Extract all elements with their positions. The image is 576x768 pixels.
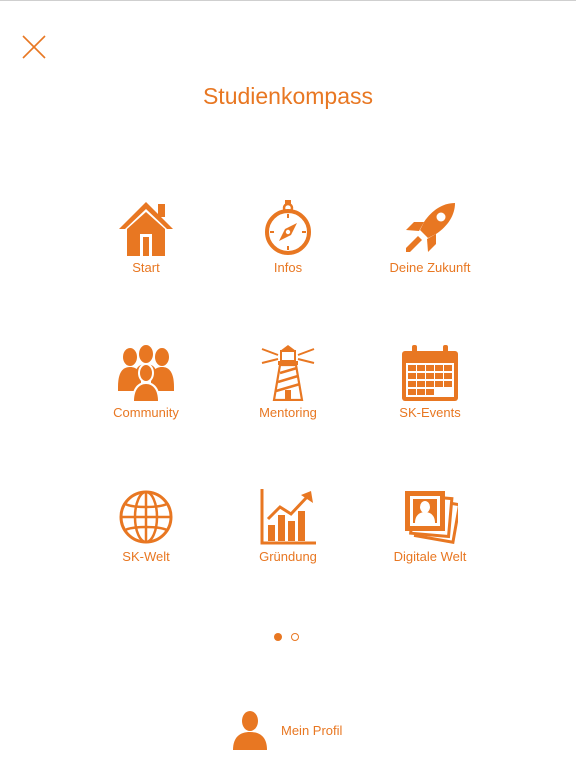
menu-item-label: Gründung bbox=[259, 549, 317, 564]
calendar-icon bbox=[402, 345, 458, 401]
menu-item-label: Deine Zukunft bbox=[389, 260, 471, 275]
close-icon[interactable] bbox=[20, 33, 48, 61]
menu-item-mentoring[interactable]: Mentoring bbox=[218, 345, 358, 445]
my-profile-button[interactable]: Mein Profil bbox=[232, 708, 362, 752]
menu-item-label: Community bbox=[113, 405, 179, 420]
menu-item-deine-zukunft[interactable]: Deine Zukunft bbox=[360, 200, 500, 300]
lighthouse-icon bbox=[261, 345, 315, 401]
growth-chart-icon bbox=[260, 489, 316, 545]
menu-item-label: Infos bbox=[273, 260, 303, 275]
menu-item-label: SK-Events bbox=[399, 405, 461, 420]
menu-item-sk-welt[interactable]: SK-Welt bbox=[76, 489, 216, 589]
menu-item-digitale-welt[interactable]: Digitale Welt bbox=[360, 489, 500, 589]
menu-item-sk-events[interactable]: SK-Events bbox=[360, 345, 500, 445]
globe-icon bbox=[119, 490, 173, 544]
group-icon bbox=[118, 345, 174, 401]
compass-icon bbox=[265, 200, 311, 255]
page-title: Studienkompass bbox=[202, 83, 374, 109]
menu-item-label: Start bbox=[132, 260, 160, 275]
page-dot-inactive[interactable] bbox=[291, 633, 299, 641]
menu-item-gruendung[interactable]: Gründung bbox=[218, 489, 358, 589]
menu-item-label: SK-Welt bbox=[122, 549, 170, 564]
rocket-icon bbox=[406, 203, 455, 252]
menu-item-start[interactable]: Start bbox=[76, 200, 216, 300]
page-indicator bbox=[274, 633, 304, 643]
photos-icon bbox=[405, 491, 458, 544]
menu-item-label: Mentoring bbox=[259, 405, 317, 420]
menu-item-infos[interactable]: Infos bbox=[218, 200, 358, 300]
menu-item-community[interactable]: Community bbox=[76, 345, 216, 445]
home-icon bbox=[119, 202, 173, 256]
page-dot-active[interactable] bbox=[274, 633, 282, 641]
user-icon bbox=[233, 711, 267, 750]
menu-item-label: Digitale Welt bbox=[393, 549, 467, 564]
my-profile-label: Mein Profil bbox=[281, 723, 343, 738]
